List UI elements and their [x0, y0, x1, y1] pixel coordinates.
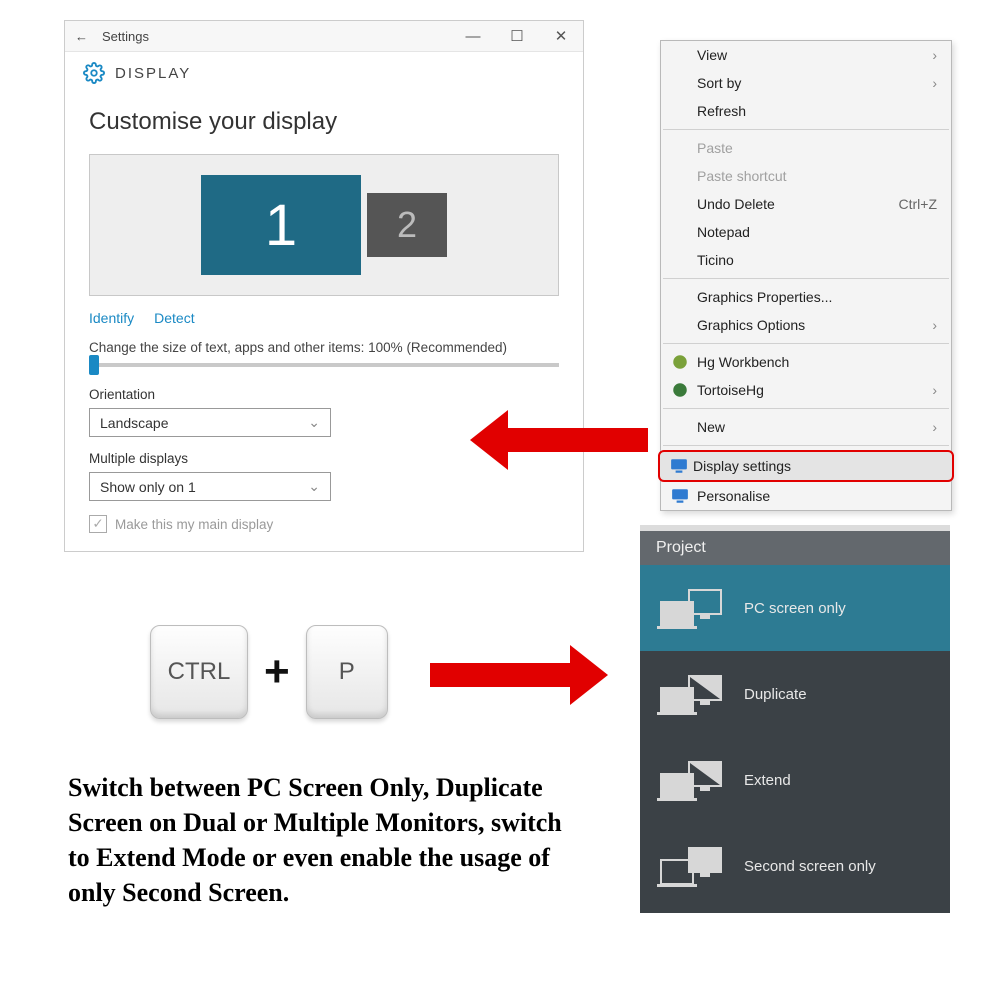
display-arrangement[interactable]: 1 2: [89, 154, 559, 296]
desktop-context-menu: View› Sort by› Refresh Paste Paste short…: [660, 40, 952, 511]
personalise-icon: [671, 487, 689, 505]
menu-separator: [663, 343, 949, 344]
detect-link[interactable]: Detect: [154, 310, 194, 326]
maximize-button[interactable]: ☐: [495, 21, 539, 51]
menu-separator: [663, 408, 949, 409]
settings-section-header: DISPLAY: [65, 52, 583, 90]
gear-icon: [83, 62, 105, 84]
orientation-label: Orientation: [89, 387, 559, 402]
display-2[interactable]: 2: [367, 193, 447, 257]
project-panel: Project PC screen only Duplicate Extend …: [640, 525, 950, 913]
tortoise-icon: [671, 381, 689, 399]
project-duplicate[interactable]: Duplicate: [640, 651, 950, 737]
menu-sort-by[interactable]: Sort by›: [661, 69, 951, 97]
menu-hg-workbench[interactable]: Hg Workbench: [661, 348, 951, 376]
menu-view[interactable]: View›: [661, 41, 951, 69]
project-second-screen-only[interactable]: Second screen only: [640, 823, 950, 909]
chevron-right-icon: ›: [932, 317, 937, 333]
menu-separator: [663, 278, 949, 279]
duplicate-icon: [660, 675, 722, 713]
chevron-right-icon: ›: [932, 419, 937, 435]
menu-display-settings[interactable]: Display settings: [658, 450, 954, 482]
main-display-checkbox[interactable]: ✓: [89, 515, 107, 533]
page-heading: Customise your display: [89, 108, 559, 136]
hg-icon: [671, 353, 689, 371]
scale-label: Change the size of text, apps and other …: [89, 340, 559, 355]
main-display-checkbox-row: ✓ Make this my main display: [89, 515, 559, 533]
menu-graphics-options[interactable]: Graphics Options›: [661, 311, 951, 339]
display-1[interactable]: 1: [201, 175, 361, 275]
menu-tortoisehg[interactable]: TortoiseHg›: [661, 376, 951, 404]
project-pc-screen-only[interactable]: PC screen only: [640, 565, 950, 651]
window-title: Settings: [102, 29, 149, 44]
key-p: P: [306, 625, 388, 719]
menu-ticino[interactable]: Ticino: [661, 246, 951, 274]
main-display-label: Make this my main display: [115, 517, 273, 532]
menu-separator: [663, 129, 949, 130]
slider-thumb[interactable]: [89, 355, 99, 375]
chevron-down-icon: ⌄: [308, 478, 320, 495]
menu-notepad[interactable]: Notepad: [661, 218, 951, 246]
shortcut-label: Ctrl+Z: [899, 196, 938, 212]
chevron-right-icon: ›: [932, 75, 937, 91]
menu-new[interactable]: New›: [661, 413, 951, 441]
menu-refresh[interactable]: Refresh: [661, 97, 951, 125]
back-button[interactable]: ←: [75, 29, 88, 44]
red-arrow-right: [430, 655, 608, 695]
minimize-button[interactable]: —: [451, 21, 495, 51]
description-text: Switch between PC Screen Only, Duplicate…: [68, 770, 588, 910]
keyboard-shortcut: CTRL + P: [150, 625, 388, 719]
orientation-value: Landscape: [100, 415, 169, 431]
menu-paste-shortcut: Paste shortcut: [661, 162, 951, 190]
menu-graphics-properties[interactable]: Graphics Properties...: [661, 283, 951, 311]
project-header: Project: [640, 531, 950, 565]
multiple-displays-value: Show only on 1: [100, 479, 196, 495]
identify-link[interactable]: Identify: [89, 310, 134, 326]
orientation-select[interactable]: Landscape ⌄: [89, 408, 331, 437]
multiple-displays-select[interactable]: Show only on 1 ⌄: [89, 472, 331, 501]
chevron-right-icon: ›: [932, 382, 937, 398]
menu-undo-delete[interactable]: Undo Delete Ctrl+Z: [661, 190, 951, 218]
chevron-down-icon: ⌄: [308, 414, 320, 431]
key-ctrl: CTRL: [150, 625, 248, 719]
close-button[interactable]: ✕: [539, 21, 583, 51]
menu-paste: Paste: [661, 134, 951, 162]
second-only-icon: [660, 847, 722, 885]
extend-icon: [660, 761, 722, 799]
red-arrow-left: [470, 420, 648, 460]
plus-symbol: +: [258, 647, 296, 697]
menu-personalise[interactable]: Personalise: [661, 482, 951, 510]
section-title: DISPLAY: [115, 65, 191, 82]
settings-titlebar: ← Settings — ☐ ✕: [65, 21, 583, 52]
monitor-icon: [670, 457, 688, 475]
scale-slider[interactable]: [89, 363, 559, 367]
settings-window: ← Settings — ☐ ✕ DISPLAY Customise your …: [64, 20, 584, 552]
chevron-right-icon: ›: [932, 47, 937, 63]
pc-only-icon: [660, 589, 722, 627]
project-extend[interactable]: Extend: [640, 737, 950, 823]
menu-separator: [663, 445, 949, 446]
